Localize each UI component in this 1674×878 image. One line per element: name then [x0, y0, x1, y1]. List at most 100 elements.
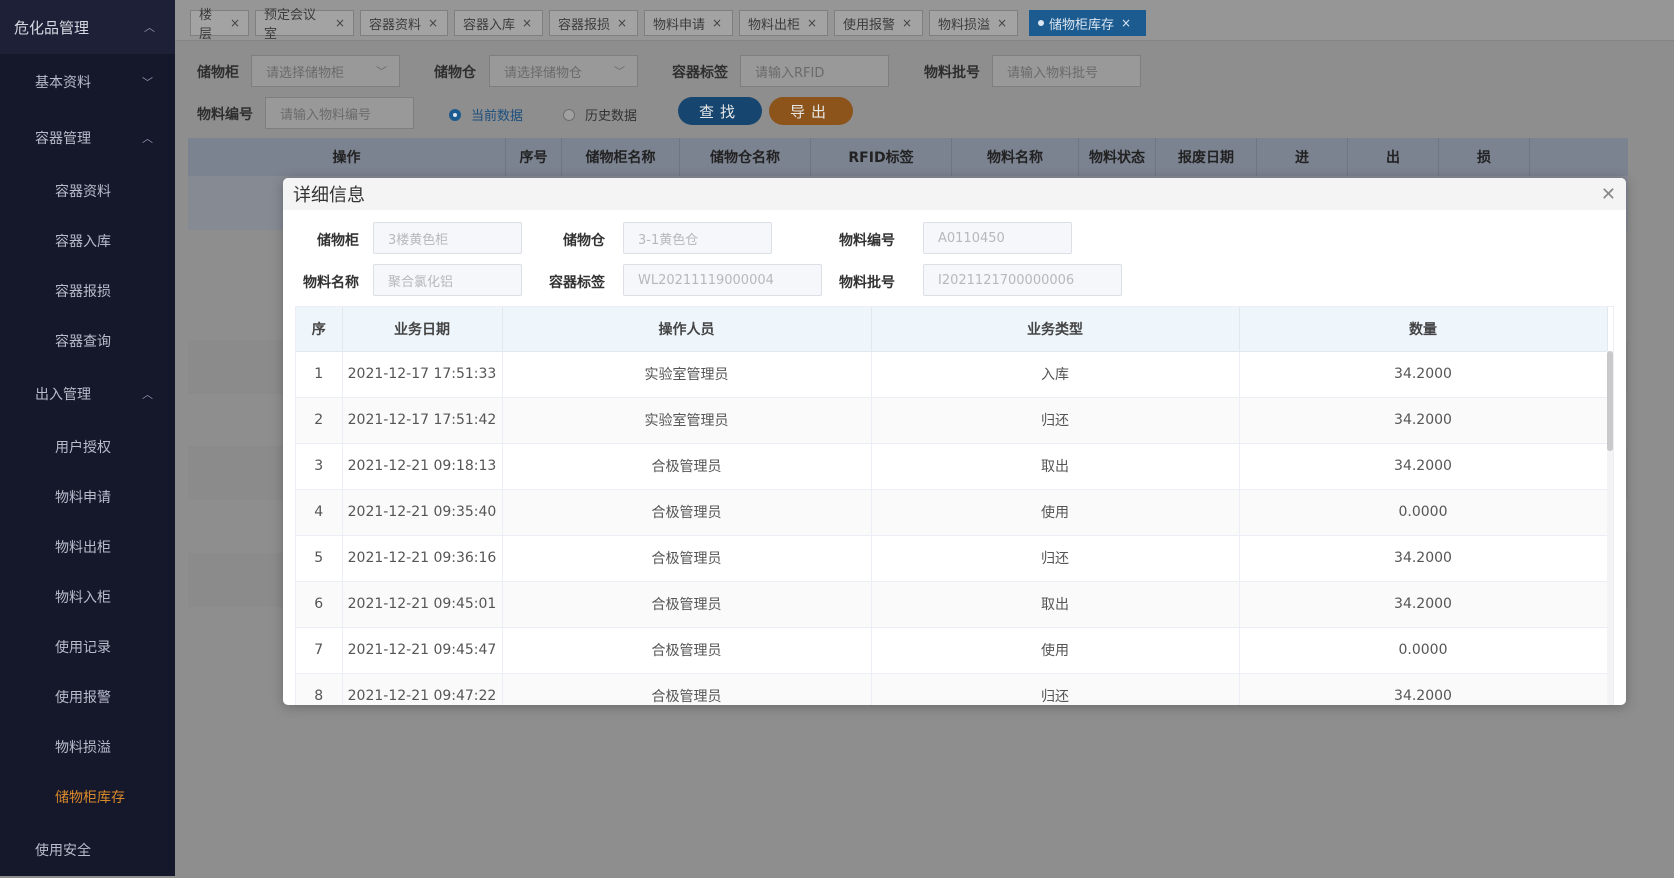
close-icon[interactable]: ✕ [1601, 184, 1616, 205]
tab-material-out[interactable]: 物料出柜 × [739, 10, 828, 36]
bin-placeholder: 请选择储物仓 [504, 65, 583, 81]
sidebar-item-container-in[interactable]: 容器入库 [0, 216, 175, 266]
table-row[interactable]: 6 2021-12-21 09:45:01 合极管理员 取出 34.2000 [296, 581, 1608, 628]
sidebar-item-container-info[interactable]: 容器资料 [0, 166, 175, 216]
col-header: 进 [1257, 138, 1348, 176]
close-icon[interactable]: × [335, 16, 345, 30]
code-label: 物料编号 [197, 107, 253, 123]
batch-field: I2021121700000006 [923, 264, 1122, 296]
cabinet-label: 储物柜 [197, 65, 239, 81]
cell: 2021-12-21 09:45:01 [342, 581, 503, 628]
cell: 合极管理员 [502, 489, 872, 536]
search-button[interactable]: 查找 [678, 97, 762, 125]
rfid-input[interactable]: 请输入RFID [740, 55, 889, 87]
field-value: 聚合氯化铝 [388, 274, 454, 290]
code-input[interactable]: 请输入物料编号 [265, 97, 414, 129]
radio-current-data[interactable]: 当前数据 [449, 105, 523, 124]
sidebar-item-material-out[interactable]: 物料出柜 [0, 522, 175, 572]
cell: 取出 [871, 443, 1240, 490]
cell: 合极管理员 [502, 535, 872, 582]
col-header: 数量 [1239, 307, 1608, 352]
cell: 34.2000 [1239, 397, 1608, 444]
radio-unchecked-icon [563, 108, 575, 121]
table-row[interactable]: 5 2021-12-21 09:36:16 合极管理员 归还 34.2000 [296, 535, 1608, 582]
cell: 6 [296, 581, 343, 628]
batch-input[interactable]: 请输入物料批号 [992, 55, 1141, 87]
close-icon[interactable]: × [230, 16, 240, 30]
cell: 8 [296, 673, 343, 705]
tag-field: WL20211119000004 [623, 264, 822, 296]
col-header: 损 [1439, 138, 1530, 176]
bin-select[interactable]: 请选择储物仓 ﹀ [489, 55, 638, 87]
tab-usage-alarm[interactable]: 使用报警 × [834, 10, 923, 36]
radio-label: 当前数据 [471, 109, 524, 124]
close-icon[interactable]: × [997, 16, 1007, 30]
tab-floor[interactable]: 楼层 × [190, 8, 249, 42]
sidebar-item-label: 容器入库 [55, 234, 111, 250]
detail-dialog: 详细信息 ✕ 储物柜 3楼黄色柜 储物仓 3-1黄色仓 物料编号 A011045… [283, 178, 1626, 705]
close-icon[interactable]: × [428, 16, 438, 30]
sidebar-header[interactable]: 危化品管理 ︿ [0, 0, 175, 54]
sidebar-item-material-in[interactable]: 物料入柜 [0, 572, 175, 622]
dialog-header: 详细信息 ✕ [283, 178, 1626, 210]
table-row[interactable]: 8 2021-12-21 09:47:22 合极管理员 归还 34.2000 [296, 673, 1608, 705]
table-row[interactable]: 3 2021-12-21 09:18:13 合极管理员 取出 34.2000 [296, 443, 1608, 490]
field-label: 容器标签 [549, 275, 605, 291]
close-icon[interactable]: × [902, 16, 912, 30]
sidebar-group-container[interactable]: 容器管理 ︿ [0, 110, 175, 166]
tab-material-request[interactable]: 物料申请 × [644, 10, 733, 36]
cell: 4 [296, 489, 343, 536]
sidebar-item-user-auth[interactable]: 用户授权 [0, 422, 175, 472]
table-row[interactable]: 4 2021-12-21 09:35:40 合极管理员 使用 0.0000 [296, 489, 1608, 536]
table-row[interactable]: 7 2021-12-21 09:45:47 合极管理员 使用 0.0000 [296, 627, 1608, 674]
tab-material-loss[interactable]: 物料损溢 × [929, 10, 1018, 36]
scrollbar-thumb[interactable] [1607, 351, 1613, 451]
sidebar-item-label: 物料入柜 [55, 590, 111, 606]
sidebar-item-label: 容器报损 [55, 284, 111, 300]
close-icon[interactable]: × [617, 16, 627, 30]
field-value: A0110450 [938, 230, 1005, 246]
rfid-placeholder: 请输入RFID [755, 65, 825, 81]
chevron-up-icon: ︿ [142, 388, 153, 401]
cell: 34.2000 [1239, 673, 1608, 705]
sidebar-item-material-loss[interactable]: 物料损溢 [0, 722, 175, 772]
tab-meeting-room[interactable]: 预定会议室 × [255, 8, 354, 42]
cabinet-select[interactable]: 请选择储物柜 ﹀ [251, 55, 400, 87]
col-header: 报废日期 [1156, 138, 1257, 176]
sidebar-group-inout[interactable]: 出入管理 ︿ [0, 366, 175, 422]
sidebar-item-usage-alarm[interactable]: 使用报警 [0, 672, 175, 722]
batch-label: 物料批号 [924, 65, 980, 81]
close-icon[interactable]: × [712, 16, 722, 30]
tab-cabinet-stock[interactable]: 储物柜库存 × [1029, 10, 1146, 36]
sidebar-group-basic[interactable]: 基本资料 ﹀ [0, 54, 175, 110]
sidebar-item-label: 使用报警 [55, 690, 111, 706]
table-row[interactable]: 2 2021-12-17 17:51:42 实验室管理员 归还 34.2000 [296, 397, 1608, 444]
sidebar-item-usage-record[interactable]: 使用记录 [0, 622, 175, 672]
sidebar-item-material-request[interactable]: 物料申请 [0, 472, 175, 522]
export-button[interactable]: 导出 [769, 97, 853, 125]
col-header: 序 [296, 307, 343, 352]
tab-container-in[interactable]: 容器入库 × [454, 10, 543, 36]
cell: 3 [296, 443, 343, 490]
code-field: A0110450 [923, 222, 1072, 254]
close-icon[interactable]: × [1121, 16, 1131, 30]
sidebar-item-container-damage[interactable]: 容器报损 [0, 266, 175, 316]
col-header: 储物仓名称 [680, 138, 811, 176]
close-icon[interactable]: × [522, 16, 532, 30]
field-label: 物料名称 [303, 275, 359, 291]
cell: 合极管理员 [502, 627, 872, 674]
table-header-row: 序 业务日期 操作人员 业务类型 数量 [296, 307, 1608, 352]
radio-history-data[interactable]: 历史数据 [563, 105, 637, 124]
sidebar-group-safety[interactable]: 使用安全 [0, 822, 175, 878]
sidebar-item-container-query[interactable]: 容器查询 [0, 316, 175, 366]
sidebar-group-label: 使用安全 [35, 843, 91, 859]
sidebar-item-cabinet-stock[interactable]: 储物柜库存 [0, 772, 175, 822]
cell: 归还 [871, 673, 1240, 705]
close-icon[interactable]: × [807, 16, 817, 30]
tab-container-info[interactable]: 容器资料 × [360, 10, 448, 36]
sidebar-item-label: 用户授权 [55, 440, 111, 456]
table-row[interactable]: 1 2021-12-17 17:51:33 实验室管理员 入库 34.2000 [296, 351, 1608, 398]
col-header: RFID标签 [811, 138, 952, 176]
col-header: 序号 [506, 138, 562, 176]
tab-container-damage[interactable]: 容器报损 × [549, 10, 638, 36]
